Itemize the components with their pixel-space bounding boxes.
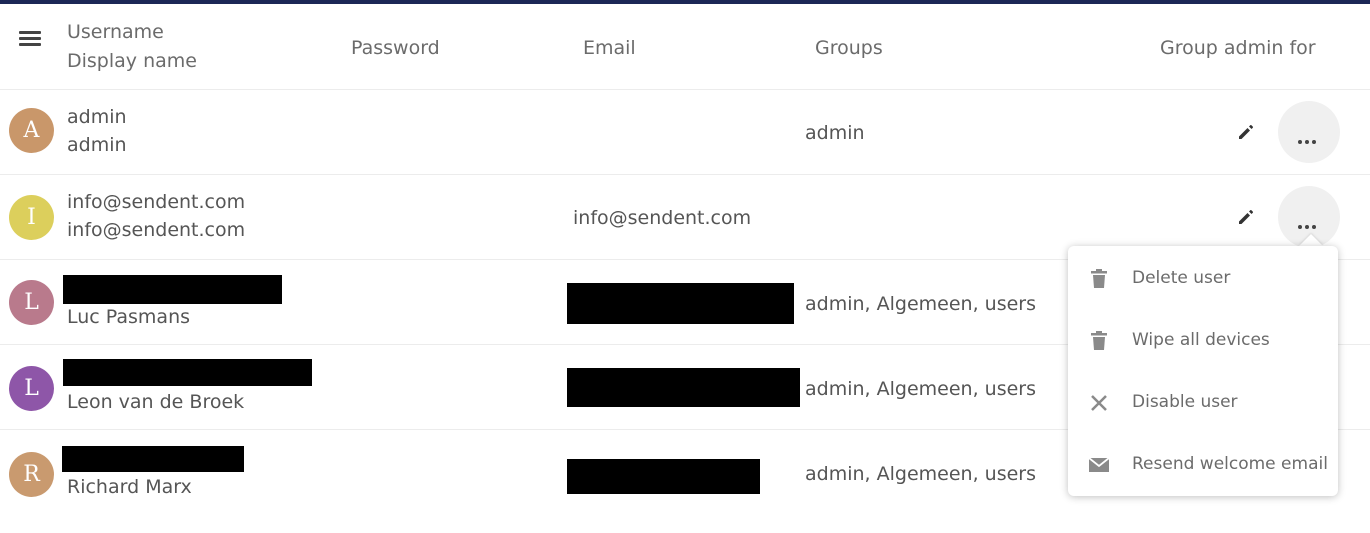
user-username: info@sendent.com (67, 191, 246, 213)
pencil-icon[interactable] (1236, 122, 1256, 142)
header-password: Password (351, 37, 440, 59)
mail-icon (1088, 454, 1110, 476)
redacted-username (63, 275, 282, 304)
user-display-name: Richard Marx (67, 476, 192, 498)
avatar: I (9, 195, 54, 240)
avatar: L (9, 366, 54, 411)
close-icon (1088, 392, 1110, 414)
menu-item-resend-welcome-email[interactable]: Resend welcome email (1068, 434, 1338, 496)
header-group-admin: Group admin for (1160, 37, 1316, 59)
user-groups[interactable]: admin, Algemeen, users (805, 463, 1036, 485)
user-display-name: info@sendent.com (67, 219, 246, 241)
table-header: Username Display name Password Email Gro… (0, 4, 1370, 90)
redacted-username (62, 446, 244, 472)
pencil-icon[interactable] (1236, 207, 1256, 227)
menu-item-label: Wipe all devices (1132, 330, 1270, 350)
more-icon (1298, 129, 1319, 148)
user-display-name: Leon van de Broek (67, 391, 245, 413)
more-icon (1298, 214, 1319, 233)
user-username: admin (67, 106, 127, 128)
menu-item-label: Disable user (1132, 392, 1238, 412)
popover-arrow (1299, 234, 1323, 246)
user-groups[interactable]: admin, Algemeen, users (805, 378, 1036, 400)
more-actions-button[interactable] (1278, 101, 1340, 163)
trash-icon (1088, 268, 1110, 290)
menu-item-label: Delete user (1132, 268, 1231, 288)
avatar: L (9, 280, 54, 325)
table-row: A admin admin admin (0, 90, 1370, 175)
trash-icon (1088, 330, 1110, 352)
menu-item-disable-user[interactable]: Disable user (1068, 372, 1338, 434)
header-display-name[interactable]: Display name (67, 50, 197, 72)
hamburger-menu-icon[interactable] (19, 31, 41, 47)
menu-item-label: Resend welcome email (1132, 454, 1328, 474)
menu-item-delete-user[interactable]: Delete user (1068, 248, 1338, 310)
redacted-email (567, 459, 760, 494)
user-email[interactable]: info@sendent.com (573, 207, 751, 229)
header-groups: Groups (815, 37, 883, 59)
header-email: Email (583, 37, 636, 59)
redacted-username (63, 359, 312, 386)
user-display-name: admin (67, 134, 127, 156)
user-actions-menu: Delete user Wipe all devices Disable use… (1068, 246, 1338, 496)
redacted-email (567, 283, 794, 324)
avatar: R (9, 452, 54, 497)
redacted-email (567, 368, 800, 407)
user-groups[interactable]: admin, Algemeen, users (805, 293, 1036, 315)
header-username[interactable]: Username (67, 21, 164, 43)
menu-item-wipe-devices[interactable]: Wipe all devices (1068, 310, 1338, 372)
avatar: A (9, 108, 54, 153)
user-display-name: Luc Pasmans (67, 306, 191, 328)
user-groups[interactable]: admin (805, 122, 865, 144)
